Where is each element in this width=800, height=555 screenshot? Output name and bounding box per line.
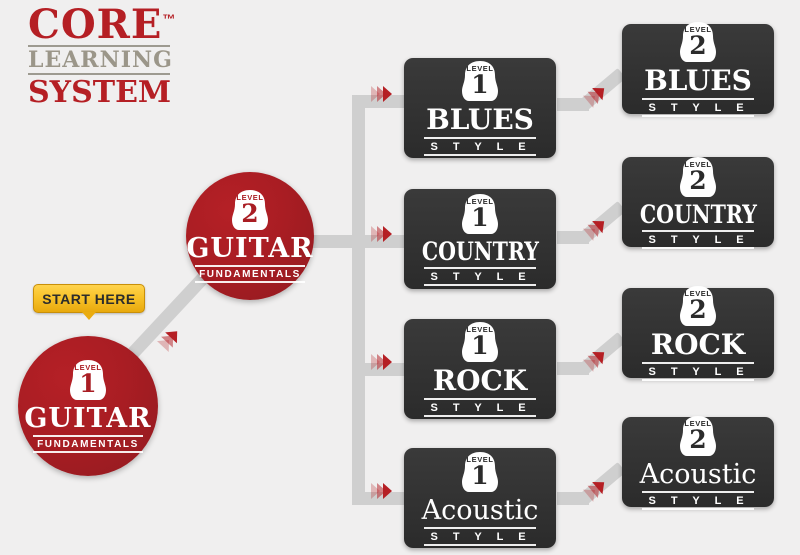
node-title: COUNTRY — [421, 236, 539, 266]
node-title: GUITAR — [186, 233, 314, 264]
node-title: COUNTRY — [639, 199, 757, 229]
node-subtitle: S T Y L E — [642, 229, 754, 249]
logo-line-core: CORE™ — [14, 5, 184, 45]
level-number: 1 — [471, 202, 489, 232]
level-number: 2 — [689, 165, 707, 195]
level-badge-icon: LEVEL 1 — [457, 60, 503, 104]
node-title: GUITAR — [24, 403, 152, 434]
node-blues-level-2[interactable]: LEVEL 2 BLUES S T Y L E — [622, 21, 774, 117]
node-guitar-level-2[interactable]: LEVEL 2 GUITAR FUNDAMENTALS — [186, 172, 314, 300]
arrow-to-acoustic1 — [371, 483, 392, 499]
course-path-diagram: CORE™ LEARNING SYSTEM START HERE LEVEL 1… — [0, 0, 800, 555]
node-subtitle: FUNDAMENTALS — [195, 265, 305, 283]
level-badge-icon: LEVEL 2 — [675, 285, 721, 329]
node-title: BLUES — [644, 64, 752, 97]
node-subtitle: FUNDAMENTALS — [33, 435, 143, 453]
level-badge-icon: LEVEL 2 — [675, 415, 721, 459]
logo-line-system: SYSTEM — [28, 75, 172, 111]
chevron-icon — [377, 483, 386, 499]
level-badge-icon: LEVEL 1 — [65, 359, 111, 403]
node-subtitle: S T Y L E — [424, 526, 536, 546]
logo-line-learning: LEARNING — [28, 47, 173, 73]
arrow-to-blues1 — [371, 86, 392, 102]
core-learning-system-logo: CORE™ LEARNING SYSTEM — [14, 5, 184, 111]
node-subtitle: S T Y L E — [424, 398, 536, 417]
node-acoustic-level-1[interactable]: LEVEL 1 Acoustic S T Y L E — [404, 448, 556, 548]
trademark-icon: ™ — [162, 11, 176, 27]
level-badge-icon: LEVEL 1 — [457, 451, 503, 495]
level-badge-icon: LEVEL 2 — [675, 156, 721, 200]
level-number: 1 — [471, 70, 489, 99]
connector-main-trunk — [352, 95, 365, 505]
level-number: 2 — [241, 199, 259, 228]
node-guitar-level-1[interactable]: LEVEL 1 GUITAR FUNDAMENTALS — [18, 336, 158, 476]
node-country-level-2[interactable]: LEVEL 2 COUNTRY S T Y L E — [622, 156, 774, 249]
arrow-to-rock1 — [371, 354, 392, 370]
level-number: 1 — [79, 369, 97, 398]
start-here-label: START HERE — [42, 290, 136, 307]
node-title: Acoustic — [421, 494, 539, 526]
node-subtitle: S T Y L E — [424, 266, 536, 286]
chevron-icon — [377, 354, 386, 370]
node-subtitle: S T Y L E — [424, 137, 536, 156]
node-blues-level-1[interactable]: LEVEL 1 BLUES S T Y L E — [404, 58, 556, 158]
level-number: 2 — [689, 424, 707, 454]
chevron-icon — [377, 86, 386, 102]
node-title: ROCK — [432, 364, 528, 397]
node-subtitle: S T Y L E — [642, 490, 754, 510]
logo-core-text: CORE — [28, 1, 163, 48]
level-number: 1 — [471, 331, 489, 360]
node-title: Acoustic — [639, 458, 757, 490]
level-badge-icon: LEVEL 2 — [227, 189, 273, 233]
chevron-icon — [377, 226, 386, 242]
start-here-button[interactable]: START HERE — [33, 284, 145, 320]
node-acoustic-level-2[interactable]: LEVEL 2 Acoustic S T Y L E — [622, 415, 774, 510]
level-badge-icon: LEVEL 1 — [457, 193, 503, 237]
node-title: BLUES — [426, 103, 534, 136]
level-badge-icon: LEVEL 1 — [457, 321, 503, 365]
node-subtitle: S T Y L E — [642, 362, 754, 381]
level-number: 2 — [689, 31, 707, 60]
level-badge-icon: LEVEL 2 — [675, 21, 721, 65]
node-rock-level-1[interactable]: LEVEL 1 ROCK S T Y L E — [404, 319, 556, 419]
node-rock-level-2[interactable]: LEVEL 2 ROCK S T Y L E — [622, 285, 774, 381]
level-number: 1 — [471, 460, 489, 490]
arrow-to-country1 — [371, 226, 392, 242]
node-country-level-1[interactable]: LEVEL 1 COUNTRY S T Y L E — [404, 189, 556, 289]
node-title: ROCK — [650, 328, 746, 361]
node-subtitle: S T Y L E — [642, 98, 754, 117]
level-number: 2 — [689, 295, 707, 324]
